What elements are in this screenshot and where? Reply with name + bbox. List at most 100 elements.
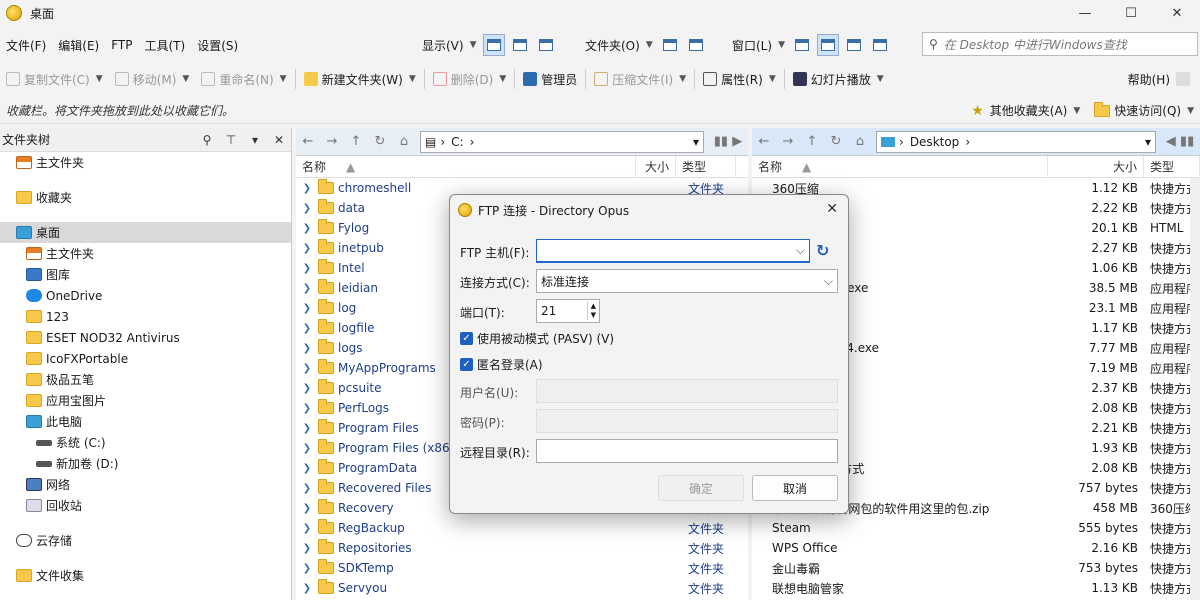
tree-item[interactable]: 收藏夹: [0, 187, 291, 208]
col-name[interactable]: 名称 ▲: [296, 155, 636, 178]
copy-button[interactable]: 复制文件(C) ▼: [0, 66, 109, 92]
left-path-box[interactable]: ▤ › C: › ▾: [420, 130, 704, 153]
port-stepper[interactable]: ▲ ▼: [586, 302, 599, 320]
help-button[interactable]: 帮助(H): [1122, 66, 1200, 92]
chevron-right-icon[interactable]: ❯: [300, 323, 314, 334]
list-item[interactable]: ❯ RegBackup 文件夹: [296, 518, 748, 538]
port-input[interactable]: 21 ▲ ▼: [536, 299, 600, 323]
tree-item[interactable]: 文件收集: [0, 565, 291, 586]
new-folder-button[interactable]: 新建文件夹(W) ▼: [298, 66, 422, 92]
chevron-down-icon[interactable]: ▾: [693, 135, 699, 149]
tree-item[interactable]: 此电脑: [0, 411, 291, 432]
tree-item[interactable]: ESET NOD32 Antivirus: [0, 327, 291, 348]
tree-item[interactable]: 123: [0, 306, 291, 327]
slideshow-button[interactable]: 幻灯片播放 ▼: [787, 66, 890, 92]
chevron-right-icon[interactable]: ❯: [300, 363, 314, 374]
window-single-icon[interactable]: [791, 34, 813, 56]
dialog-close-icon[interactable]: ✕: [826, 201, 838, 217]
chevron-right-icon[interactable]: ❯: [300, 343, 314, 354]
rename-button[interactable]: 重命名(N) ▼: [195, 66, 292, 92]
ok-button[interactable]: 确定: [658, 475, 744, 501]
other-favorites-button[interactable]: ★ 其他收藏夹(A) ▼: [971, 102, 1080, 119]
chevron-right-icon[interactable]: ❯: [300, 263, 314, 274]
compress-button[interactable]: 压缩文件(I) ▼: [588, 66, 692, 92]
search-box[interactable]: ⚲ 在 Desktop 中进行Windows查找: [922, 32, 1198, 56]
col-size[interactable]: 大小: [636, 155, 676, 178]
remote-dir-input[interactable]: [536, 439, 838, 463]
chevron-right-icon[interactable]: ❯: [300, 483, 314, 494]
list-item[interactable]: ❯ SDKTemp 文件夹: [296, 558, 748, 578]
anonymous-login-checkbox[interactable]: ✓ 匿名登录(A): [460, 356, 543, 373]
home-icon[interactable]: ⌂: [392, 134, 416, 149]
layout-power-icon[interactable]: [509, 34, 531, 56]
list-item[interactable]: ❯ Repositories 文件夹: [296, 538, 748, 558]
pin-icon[interactable]: ⊤: [219, 133, 243, 147]
move-button[interactable]: 移动(M) ▼: [109, 66, 196, 92]
quick-access-button[interactable]: 快速访问(Q) ▼: [1094, 101, 1194, 119]
chevron-right-icon[interactable]: ❯: [300, 443, 314, 454]
tree-item[interactable]: 云存储: [0, 530, 291, 551]
back-icon[interactable]: ←: [752, 134, 776, 149]
menu-ftp[interactable]: FTP: [105, 38, 138, 52]
tree-item[interactable]: 桌面: [0, 222, 291, 243]
home-icon[interactable]: ⌂: [848, 134, 872, 149]
list-item[interactable]: WPS Office 2.16 KB 快捷方式: [752, 538, 1200, 558]
folder-dual-icon[interactable]: [685, 34, 707, 56]
chevron-right-icon[interactable]: ❯: [300, 523, 314, 534]
refresh-icon[interactable]: ↻: [824, 134, 848, 149]
maximize-button[interactable]: ☐: [1108, 0, 1154, 26]
pane-options-icon[interactable]: ▮▮ ▶: [708, 134, 748, 149]
up-icon[interactable]: ↑: [800, 134, 824, 149]
ftp-host-input[interactable]: ⌵: [536, 239, 810, 263]
left-path-segment[interactable]: C:: [451, 135, 463, 149]
chevron-down-icon[interactable]: ▾: [243, 133, 267, 147]
tree-item[interactable]: 极品五笔: [0, 369, 291, 390]
right-path-segment[interactable]: Desktop: [910, 135, 960, 149]
chevron-right-icon[interactable]: ❯: [300, 303, 314, 314]
pasv-checkbox[interactable]: ✓ 使用被动模式 (PASV) (V): [460, 330, 614, 347]
minimize-button[interactable]: —: [1062, 0, 1108, 26]
chevron-right-icon[interactable]: ❯: [300, 403, 314, 414]
properties-button[interactable]: 属性(R) ▼: [697, 66, 782, 92]
layout-details-icon[interactable]: [482, 34, 505, 56]
right-path-box[interactable]: › Desktop › ▾: [876, 130, 1156, 153]
username-input[interactable]: [536, 379, 838, 403]
chevron-right-icon[interactable]: ❯: [300, 423, 314, 434]
menu-folder[interactable]: 文件夹(O): [585, 37, 640, 54]
tree-item[interactable]: IcoFXPortable: [0, 348, 291, 369]
folder-grid-icon[interactable]: [659, 34, 681, 56]
refresh-icon[interactable]: ↻: [368, 134, 392, 149]
cancel-button[interactable]: 取消: [752, 475, 838, 501]
refresh-icon[interactable]: ↻: [816, 241, 829, 260]
chevron-right-icon[interactable]: ❯: [300, 543, 314, 554]
list-item[interactable]: 联想电脑管家 1.13 KB 快捷方式: [752, 578, 1200, 598]
forward-icon[interactable]: →: [776, 134, 800, 149]
menu-file[interactable]: 文件(F): [0, 37, 52, 54]
window-viewer-icon[interactable]: [869, 34, 891, 56]
window-tree-icon[interactable]: [843, 34, 865, 56]
chevron-right-icon[interactable]: ❯: [300, 563, 314, 574]
list-item[interactable]: 金山毒霸 753 bytes 快捷方式: [752, 558, 1200, 578]
chevron-right-icon[interactable]: ❯: [300, 183, 314, 194]
col-type[interactable]: 类型: [676, 155, 736, 178]
menu-window[interactable]: 窗口(L): [732, 37, 772, 54]
menu-settings[interactable]: 设置(S): [191, 37, 244, 54]
window-dual-icon[interactable]: [816, 34, 839, 56]
delete-button[interactable]: 删除(D) ▼: [427, 66, 513, 92]
chevron-right-icon[interactable]: ❯: [300, 203, 314, 214]
connection-type-select[interactable]: 标准连接 ⌵: [536, 269, 838, 293]
menu-tools[interactable]: 工具(T): [139, 37, 192, 54]
col-size[interactable]: 大小: [1048, 155, 1144, 178]
password-input[interactable]: [536, 409, 838, 433]
chevron-right-icon[interactable]: ❯: [300, 223, 314, 234]
right-scrollbar[interactable]: [1190, 178, 1200, 600]
tree-item[interactable]: 主文件夹: [0, 152, 291, 173]
tree-item[interactable]: 回收站: [0, 495, 291, 516]
search-icon[interactable]: ⚲: [195, 133, 219, 147]
chevron-right-icon[interactable]: ❯: [300, 503, 314, 514]
pane-options-icon[interactable]: ◀ ▮▮: [1160, 134, 1200, 149]
close-button[interactable]: ✕: [1154, 0, 1200, 26]
close-icon[interactable]: ✕: [267, 133, 291, 147]
col-type[interactable]: 类型: [1144, 155, 1200, 178]
menu-edit[interactable]: 编辑(E): [52, 37, 105, 54]
